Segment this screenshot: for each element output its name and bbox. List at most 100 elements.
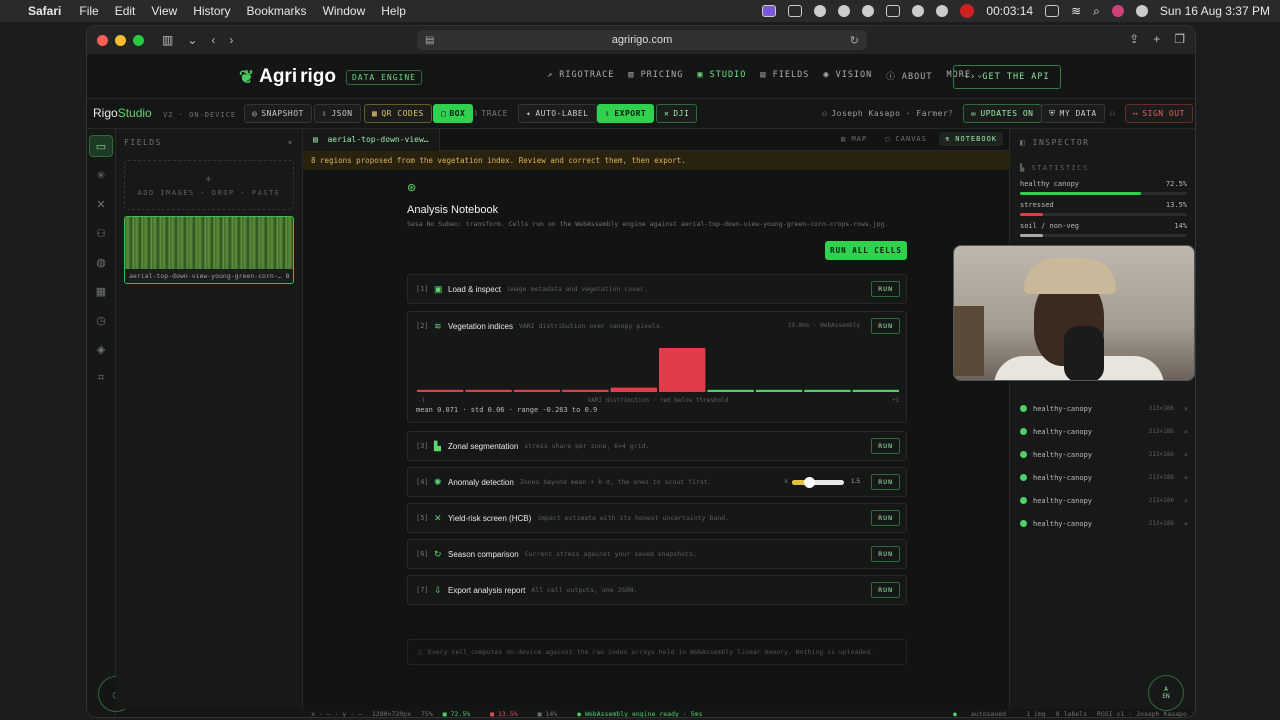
region-item[interactable]: healthy-canopy 213×186 ×	[1010, 489, 1195, 512]
close-icon[interactable]: ×	[1184, 451, 1188, 459]
compass-icon[interactable]: ◈	[89, 338, 113, 360]
run-button[interactable]: RUN	[871, 582, 900, 598]
profile-icon[interactable]: ⚇	[1103, 104, 1122, 123]
nav-studio[interactable]: ▣ STUDIO	[697, 70, 746, 82]
scan-icon[interactable]: ⌗	[89, 367, 113, 389]
region-item[interactable]: healthy-canopy 213×186 ×	[1010, 397, 1195, 420]
run-button[interactable]: RUN	[871, 546, 900, 562]
nav-vision[interactable]: ◉ VISION	[823, 70, 872, 82]
run-button[interactable]: RUN	[871, 438, 900, 454]
drone-icon[interactable]: ✕	[89, 193, 113, 215]
close-window-icon[interactable]	[97, 34, 108, 46]
region-item[interactable]: healthy-canopy 213×186 ×	[1010, 443, 1195, 466]
brand-logo[interactable]: ❦ Agri rigo DATA ENGINE	[239, 66, 422, 88]
trace-tool-button[interactable]: ⌇ TRACE	[467, 104, 515, 123]
add-images-dropzone[interactable]: + ADD IMAGES · DROP · PASTE	[124, 160, 294, 210]
k-slider-thumb[interactable]	[804, 477, 815, 488]
menu-view[interactable]: View	[151, 4, 177, 18]
monitor-icon[interactable]	[886, 5, 901, 17]
region-item[interactable]: healthy-canopy 213×186 ×	[1010, 512, 1195, 535]
menu-edit[interactable]: Edit	[115, 4, 136, 18]
run-all-cells-button[interactable]: RUN ALL CELLS	[825, 241, 907, 260]
pen-icon[interactable]	[912, 5, 925, 17]
updates-on-button[interactable]: ✉ UPDATES ON	[963, 104, 1042, 123]
menu-file[interactable]: File	[79, 4, 98, 18]
menu-bookmarks[interactable]: Bookmarks	[247, 4, 307, 18]
globe-icon[interactable]: ◍	[89, 251, 113, 273]
folder-icon[interactable]: ▭	[89, 135, 113, 157]
display-icon[interactable]	[788, 5, 803, 17]
page-settings-icon[interactable]: ▤	[425, 35, 434, 46]
qr-codes-button[interactable]: ▦ QR CODES	[364, 104, 432, 123]
my-data-button[interactable]: ⛨ MY DATA	[1041, 104, 1105, 123]
battery-icon[interactable]	[1045, 5, 1060, 17]
nav-pricing[interactable]: ▥ PRICING	[628, 70, 683, 82]
user-chip[interactable]: ⚇ Joseph Kasapo · Farmer	[815, 104, 955, 123]
webcam-overlay[interactable]	[953, 245, 1195, 381]
users-icon[interactable]: ⚇	[89, 222, 113, 244]
run-button[interactable]: RUN	[871, 510, 900, 526]
tab-canvas[interactable]: ▢ CANVAS	[879, 132, 933, 146]
tab-overview-icon[interactable]: ❐	[1174, 32, 1185, 46]
help-icon[interactable]: ?	[941, 104, 960, 123]
tab-map[interactable]: ▥ MAP	[835, 132, 873, 146]
status-dot-icon	[1020, 497, 1027, 504]
record-icon[interactable]	[960, 4, 975, 18]
share-icon[interactable]: ⇪	[1129, 32, 1139, 46]
sign-out-button[interactable]: ↦ SIGN OUT	[1125, 104, 1193, 123]
auto-label-button[interactable]: ✦ AUTO-LABEL	[518, 104, 597, 123]
close-icon[interactable]: ×	[1184, 405, 1188, 413]
history-icon[interactable]: ◷	[89, 309, 113, 331]
zoom-window-icon[interactable]	[133, 34, 144, 46]
pause-icon[interactable]	[936, 5, 949, 17]
run-button[interactable]: RUN	[871, 474, 900, 490]
screen-share-icon[interactable]	[762, 5, 777, 17]
close-icon[interactable]: ×	[288, 138, 294, 147]
search-icon[interactable]: ⌕	[1093, 4, 1100, 19]
forward-icon[interactable]: ›	[229, 33, 233, 47]
close-icon[interactable]: ×	[1184, 474, 1188, 482]
close-icon[interactable]: ×	[1184, 428, 1188, 436]
nav-fields[interactable]: ▤ FIELDS	[760, 70, 809, 82]
snapshot-button[interactable]: ◎ SNAPSHOT	[244, 104, 312, 123]
loader-icon[interactable]: ✳	[89, 164, 113, 186]
menu-help[interactable]: Help	[381, 4, 406, 18]
chevron-down-icon[interactable]: ⌄	[187, 33, 197, 47]
close-icon[interactable]: ×	[1184, 497, 1188, 505]
region-item[interactable]: healthy-canopy 213×186 ×	[1010, 420, 1195, 443]
wireless-icon[interactable]	[862, 5, 875, 17]
play-icon[interactable]	[838, 5, 851, 17]
json-button[interactable]: ⇩ JSON	[314, 104, 361, 123]
autosave-text: autosaved	[970, 710, 1007, 718]
region-size: 213×186	[1148, 474, 1174, 481]
menu-history[interactable]: History	[193, 4, 230, 18]
export-button[interactable]: ⇩ EXPORT	[597, 104, 655, 123]
region-item[interactable]: healthy-canopy 213×186 ×	[1010, 466, 1195, 489]
address-bar[interactable]: ▤ agririgo.com ↻	[417, 30, 867, 50]
field-image-thumbnail[interactable]: aerial-top-down-view-young-green-corn-… …	[124, 216, 294, 284]
moon-icon[interactable]	[814, 5, 827, 17]
tab-notebook[interactable]: ⚗ NOTEBOOK	[938, 132, 1003, 146]
document-tab[interactable]: ▤ aerial-top-down-view…	[303, 128, 440, 151]
run-button[interactable]: RUN	[871, 318, 900, 334]
language-button[interactable]: A EN	[1148, 675, 1184, 711]
k-slider[interactable]	[792, 477, 844, 488]
microphone-icon	[1064, 326, 1104, 380]
sidebar-toggle-icon[interactable]: ▥	[162, 33, 173, 47]
menu-window[interactable]: Window	[323, 4, 366, 18]
dji-button[interactable]: ✕ DJI	[656, 104, 698, 123]
close-icon[interactable]: ×	[1184, 520, 1188, 528]
wifi-icon[interactable]: ≋	[1071, 4, 1081, 18]
nav-rigotrace[interactable]: ↗ RIGOTRACE	[547, 70, 614, 82]
control-center-icon[interactable]	[1111, 5, 1124, 17]
new-tab-icon[interactable]: +	[1153, 32, 1160, 46]
layout-icon[interactable]: ▦	[89, 280, 113, 302]
run-button[interactable]: RUN	[871, 281, 900, 297]
back-icon[interactable]: ‹	[211, 33, 215, 47]
nav-about[interactable]: ⓘ ABOUT	[886, 70, 932, 82]
get-api-button[interactable]: ‹› GET THE API	[953, 65, 1061, 89]
reload-icon[interactable]: ↻	[850, 34, 859, 47]
user-icon[interactable]	[1135, 5, 1148, 17]
app-menu[interactable]: Safari	[28, 4, 61, 18]
minimize-window-icon[interactable]	[115, 34, 126, 46]
